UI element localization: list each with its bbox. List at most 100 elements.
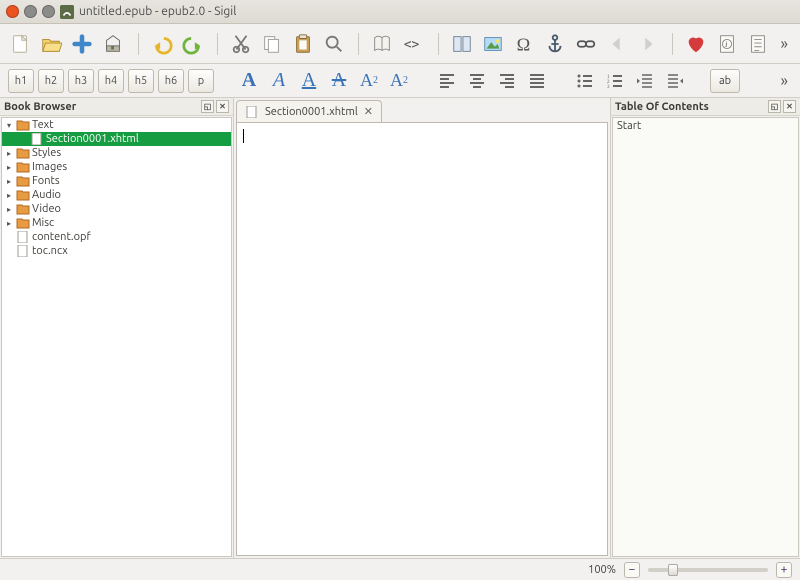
tree-folder-text[interactable]: ▾ Text [2, 118, 231, 132]
workspace: Book Browser ◱ ✕ ▾ Text Section0001.xhtm… [0, 98, 800, 558]
superscript-button[interactable]: A2 [386, 69, 412, 93]
tree-folder[interactable]: ▸Audio [2, 188, 231, 202]
separator-icon [211, 30, 222, 58]
tree-label: Misc [32, 217, 54, 229]
tree-label: Section0001.xhtml [46, 133, 139, 145]
chevron-right-icon[interactable]: ▸ [4, 177, 14, 186]
maximize-icon[interactable] [42, 5, 55, 18]
tree-folder[interactable]: ▸ Misc [2, 216, 231, 230]
font-color-button[interactable]: A [236, 69, 262, 93]
chevron-right-icon[interactable]: ▸ [4, 149, 14, 158]
redo-button[interactable] [180, 29, 205, 59]
main-toolbar: <> Ω i » [0, 24, 800, 64]
panel-float-icon[interactable]: ◱ [201, 100, 214, 113]
number-list-button[interactable]: 123 [602, 69, 628, 93]
zoom-slider-thumb[interactable] [668, 564, 678, 576]
folder-icon [16, 217, 30, 229]
metadata-button[interactable]: i [714, 29, 739, 59]
format-toolbar: h1 h2 h3 h4 h5 h6 p A A A A A2 A2 123 ab… [0, 64, 800, 98]
zoom-slider[interactable] [648, 568, 768, 572]
h4-button[interactable]: h4 [98, 69, 124, 93]
chevron-down-icon[interactable]: ▾ [4, 121, 14, 130]
donate-button[interactable] [684, 29, 709, 59]
tree-file[interactable]: content.opf [2, 230, 231, 244]
book-browser-panel: Book Browser ◱ ✕ ▾ Text Section0001.xhtm… [0, 98, 234, 558]
h2-button[interactable]: h2 [38, 69, 64, 93]
bullet-list-button[interactable] [572, 69, 598, 93]
undo-button[interactable] [149, 29, 174, 59]
editor-area[interactable] [236, 122, 608, 556]
outdent-button[interactable] [632, 69, 658, 93]
p-button[interactable]: p [188, 69, 214, 93]
align-left-button[interactable] [434, 69, 460, 93]
file-icon [16, 245, 30, 257]
file-tree[interactable]: ▾ Text Section0001.xhtml ▸Styles▸Images▸… [1, 117, 232, 557]
align-center-button[interactable] [464, 69, 490, 93]
zoom-out-button[interactable]: − [624, 562, 640, 578]
link-button[interactable] [573, 29, 598, 59]
tree-folder[interactable]: ▸ Video [2, 202, 231, 216]
tree-label: Text [32, 119, 54, 131]
book-view-button[interactable] [370, 29, 395, 59]
back-button[interactable] [604, 29, 629, 59]
zoom-in-button[interactable]: + [776, 562, 792, 578]
overflow-icon[interactable]: » [776, 35, 792, 53]
italic-button[interactable]: A [266, 69, 292, 93]
save-button[interactable] [101, 29, 126, 59]
h3-button[interactable]: h3 [68, 69, 94, 93]
h6-button[interactable]: h6 [158, 69, 184, 93]
tree-folder[interactable]: ▸ Fonts [2, 174, 231, 188]
tree-label: content.opf [32, 231, 91, 243]
toc-button[interactable] [745, 29, 770, 59]
insert-image-button[interactable] [480, 29, 505, 59]
toc-item[interactable]: Start [617, 120, 794, 132]
casing-button[interactable]: ab [710, 69, 740, 93]
underline-button[interactable]: A [296, 69, 322, 93]
window-title: untitled.epub - epub2.0 - Sigil [79, 5, 236, 18]
tree-label: Images [32, 161, 67, 173]
h1-button[interactable]: h1 [8, 69, 34, 93]
folder-icon [16, 119, 30, 131]
find-button[interactable] [322, 29, 347, 59]
overflow-icon[interactable]: » [776, 72, 792, 90]
special-char-button[interactable]: Ω [511, 29, 536, 59]
panel-float-icon[interactable]: ◱ [768, 100, 781, 113]
tree-file[interactable]: toc.ncx [2, 244, 231, 258]
code-view-button[interactable]: <> [401, 29, 426, 59]
minimize-icon[interactable] [24, 5, 37, 18]
h5-button[interactable]: h5 [128, 69, 154, 93]
align-right-button[interactable] [494, 69, 520, 93]
tree-folder[interactable]: ▸ Images [2, 160, 231, 174]
cut-button[interactable] [229, 29, 254, 59]
tree-file-selected[interactable]: Section0001.xhtml [2, 132, 231, 146]
zoom-value: 100% [588, 564, 616, 576]
open-button[interactable] [39, 29, 64, 59]
chevron-right-icon[interactable]: ▸ [4, 219, 14, 228]
new-button[interactable] [8, 29, 33, 59]
panel-close-icon[interactable]: ✕ [216, 100, 229, 113]
close-icon[interactable] [6, 5, 19, 18]
tree-label: Video [32, 203, 61, 215]
subscript-button[interactable]: A2 [356, 69, 382, 93]
copy-button[interactable] [260, 29, 285, 59]
strike-button[interactable]: A [326, 69, 352, 93]
tab-close-icon[interactable]: ✕ [364, 105, 373, 118]
editor-panel: Section0001.xhtml ✕ [234, 98, 610, 558]
tree-label: Fonts [32, 175, 60, 187]
app-icon [60, 5, 74, 19]
panel-close-icon[interactable]: ✕ [783, 100, 796, 113]
editor-tab[interactable]: Section0001.xhtml ✕ [236, 100, 382, 122]
chevron-right-icon[interactable]: ▸ [4, 163, 14, 172]
toc-tree[interactable]: Start [612, 117, 799, 557]
anchor-button[interactable] [542, 29, 567, 59]
tree-folder[interactable]: ▸Styles [2, 146, 231, 160]
chevron-right-icon[interactable]: ▸ [4, 191, 14, 200]
chevron-right-icon[interactable]: ▸ [4, 205, 14, 214]
file-icon [30, 133, 44, 145]
split-button[interactable] [449, 29, 474, 59]
indent-button[interactable] [662, 69, 688, 93]
forward-button[interactable] [635, 29, 660, 59]
paste-button[interactable] [291, 29, 316, 59]
add-button[interactable] [70, 29, 95, 59]
align-justify-button[interactable] [524, 69, 550, 93]
